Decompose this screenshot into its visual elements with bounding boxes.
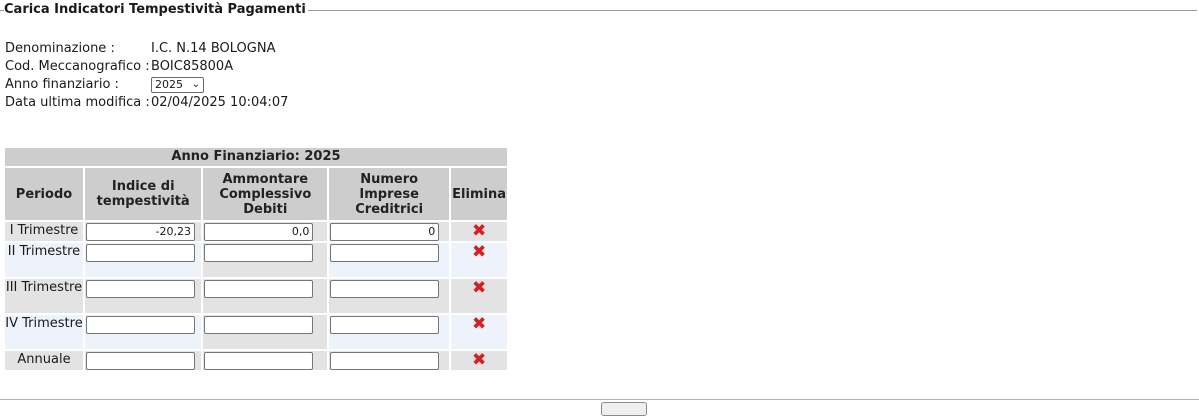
table-caption: Anno Finanziario: 2025 — [5, 148, 507, 166]
indice-input[interactable] — [86, 280, 195, 298]
ammontare-input[interactable] — [204, 244, 314, 262]
chevron-down-icon: ⌄ — [191, 78, 200, 90]
anno-label: Anno finanziario : — [5, 77, 119, 92]
elimina-cell: ✖ — [451, 351, 507, 370]
elimina-cell: ✖ — [451, 243, 507, 277]
periodo-cell: II Trimestre — [5, 243, 83, 277]
indicatori-table: Anno Finanziario: 2025 Periodo Indice di… — [3, 146, 509, 372]
delete-x-icon[interactable]: ✖ — [472, 279, 486, 297]
table-row: III Trimestre ✖ — [5, 279, 507, 313]
indice-cell: -20,23 — [85, 222, 202, 241]
denominazione-value: I.C. N.14 BOLOGNA — [151, 41, 276, 56]
page-title: Carica Indicatori Tempestività Pagamenti — [4, 2, 308, 17]
numero-input[interactable] — [330, 316, 440, 334]
periodo-cell: III Trimestre — [5, 279, 83, 313]
ammontare-cell — [203, 315, 328, 349]
ammontare-input[interactable] — [204, 280, 314, 298]
table-header-row: Periodo Indice di tempestività Ammontare… — [5, 168, 507, 220]
header-indice: Indice di tempestività — [85, 168, 202, 220]
table-row: IV Trimestre ✖ — [5, 315, 507, 349]
numero-cell: 0 — [329, 222, 450, 241]
anno-row: Anno finanziario : 2025 ⌄ — [5, 76, 288, 94]
indice-input[interactable] — [86, 352, 195, 370]
numero-input[interactable] — [330, 352, 440, 370]
table-row: Annuale ✖ — [5, 351, 507, 370]
periodo-cell: IV Trimestre — [5, 315, 83, 349]
indice-cell — [85, 315, 202, 349]
ammontare-cell — [203, 279, 328, 313]
delete-x-icon[interactable]: ✖ — [472, 315, 486, 333]
ammontare-input[interactable] — [204, 352, 314, 370]
header-numero: Numero Imprese Creditrici — [329, 168, 450, 220]
ammontare-cell — [203, 351, 328, 370]
codice-label: Cod. Meccanografico : — [5, 59, 150, 74]
numero-input[interactable] — [330, 280, 440, 298]
codice-row: Cod. Meccanografico :BOIC85800A — [5, 58, 288, 76]
elimina-cell: ✖ — [451, 279, 507, 313]
anno-select-value: 2025 — [155, 77, 183, 91]
bottom-divider — [0, 399, 1199, 400]
table-caption-row: Anno Finanziario: 2025 — [5, 148, 507, 166]
data-value: 02/04/2025 10:04:07 — [151, 95, 289, 110]
ammontare-cell — [203, 243, 328, 277]
data-row: Data ultima modifica :02/04/2025 10:04:0… — [5, 94, 288, 112]
denominazione-row: Denominazione : I.C. N.14 BOLOGNA — [5, 40, 288, 58]
numero-input[interactable]: 0 — [330, 223, 440, 241]
numero-cell — [329, 351, 450, 370]
header-periodo: Periodo — [5, 168, 83, 220]
data-label: Data ultima modifica : — [5, 95, 150, 110]
ammontare-cell: 0,0 — [203, 222, 328, 241]
indice-input[interactable]: -20,23 — [86, 223, 195, 241]
bottom-button[interactable] — [601, 402, 647, 416]
numero-cell — [329, 315, 450, 349]
indice-cell — [85, 351, 202, 370]
school-info: Denominazione : I.C. N.14 BOLOGNA Cod. Me… — [5, 40, 288, 112]
header-ammontare: Ammontare Complessivo Debiti — [203, 168, 328, 220]
delete-x-icon[interactable]: ✖ — [472, 351, 486, 369]
indice-cell — [85, 243, 202, 277]
table-row: I Trimestre -20,23 0,0 0 ✖ — [5, 222, 507, 241]
table-row: II Trimestre ✖ — [5, 243, 507, 277]
indice-cell — [85, 279, 202, 313]
periodo-cell: I Trimestre — [5, 222, 83, 241]
indice-input[interactable] — [86, 244, 195, 262]
ammontare-input[interactable]: 0,0 — [204, 223, 314, 241]
denominazione-label: Denominazione : — [5, 41, 115, 56]
delete-x-icon[interactable]: ✖ — [472, 243, 486, 261]
anno-select[interactable]: 2025 ⌄ — [151, 76, 204, 93]
indice-input[interactable] — [86, 316, 195, 334]
elimina-cell: ✖ — [451, 222, 507, 241]
elimina-cell: ✖ — [451, 315, 507, 349]
ammontare-input[interactable] — [204, 316, 314, 334]
header-elimina: Elimina — [451, 168, 507, 220]
numero-input[interactable] — [330, 244, 440, 262]
numero-cell — [329, 279, 450, 313]
numero-cell — [329, 243, 450, 277]
codice-value: BOIC85800A — [151, 59, 234, 74]
delete-x-icon[interactable]: ✖ — [472, 222, 486, 240]
periodo-cell: Annuale — [5, 351, 83, 370]
